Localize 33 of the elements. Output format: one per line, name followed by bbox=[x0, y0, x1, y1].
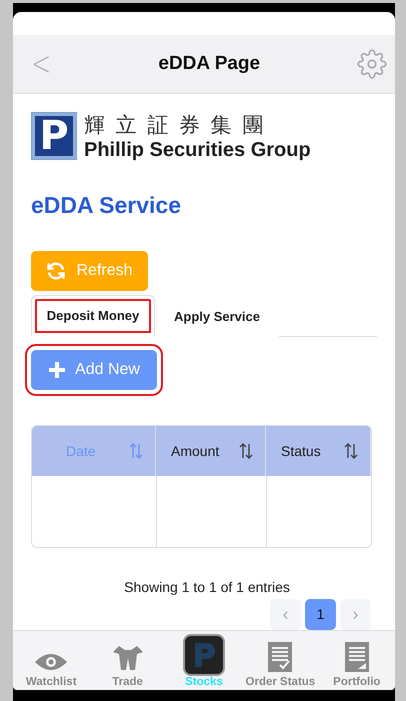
checklist-icon bbox=[268, 642, 292, 672]
plus-icon bbox=[48, 360, 66, 379]
eye-icon bbox=[34, 652, 68, 672]
page-button[interactable]: 1 bbox=[305, 598, 336, 630]
page-title: eDDA Page bbox=[158, 52, 260, 75]
logo-english-text: Phillip Securities Group bbox=[84, 138, 311, 162]
logo-mark: P bbox=[31, 112, 77, 160]
back-button[interactable]: < bbox=[27, 44, 56, 84]
nav-item[interactable]: Portfolio bbox=[318, 630, 395, 690]
column-label: Status bbox=[281, 442, 321, 459]
nav-item[interactable]: Watchlist bbox=[13, 630, 90, 690]
logo-chinese-text: 輝 立 証 券 集 團 bbox=[84, 112, 266, 139]
sort-icon bbox=[129, 442, 143, 459]
entries-info: Showing 1 to 1 of 1 entries bbox=[124, 578, 290, 595]
sort-icon bbox=[239, 442, 253, 459]
section-heading: eDDA Service bbox=[31, 192, 182, 219]
next-page-button[interactable]: › bbox=[340, 598, 371, 630]
refresh-button[interactable]: Refresh bbox=[31, 250, 148, 291]
column-header[interactable]: Date bbox=[32, 426, 156, 476]
sort-icon bbox=[344, 442, 358, 459]
column-label: Amount bbox=[171, 442, 220, 459]
refresh-icon bbox=[46, 260, 66, 281]
previous-page-button[interactable]: ‹ bbox=[270, 598, 301, 630]
nav-item[interactable]: Order Status bbox=[242, 630, 319, 690]
logo-icon bbox=[182, 634, 225, 676]
column-header[interactable]: Status bbox=[266, 426, 371, 476]
tab[interactable]: Deposit Money bbox=[31, 294, 155, 337]
document-icon bbox=[344, 642, 369, 672]
nav-item[interactable]: Trade bbox=[89, 630, 166, 690]
column-label: Date bbox=[66, 442, 96, 459]
add-new-button[interactable]: Add New bbox=[31, 350, 157, 390]
column-header[interactable]: Amount bbox=[156, 426, 266, 476]
settings-icon[interactable] bbox=[357, 48, 387, 79]
